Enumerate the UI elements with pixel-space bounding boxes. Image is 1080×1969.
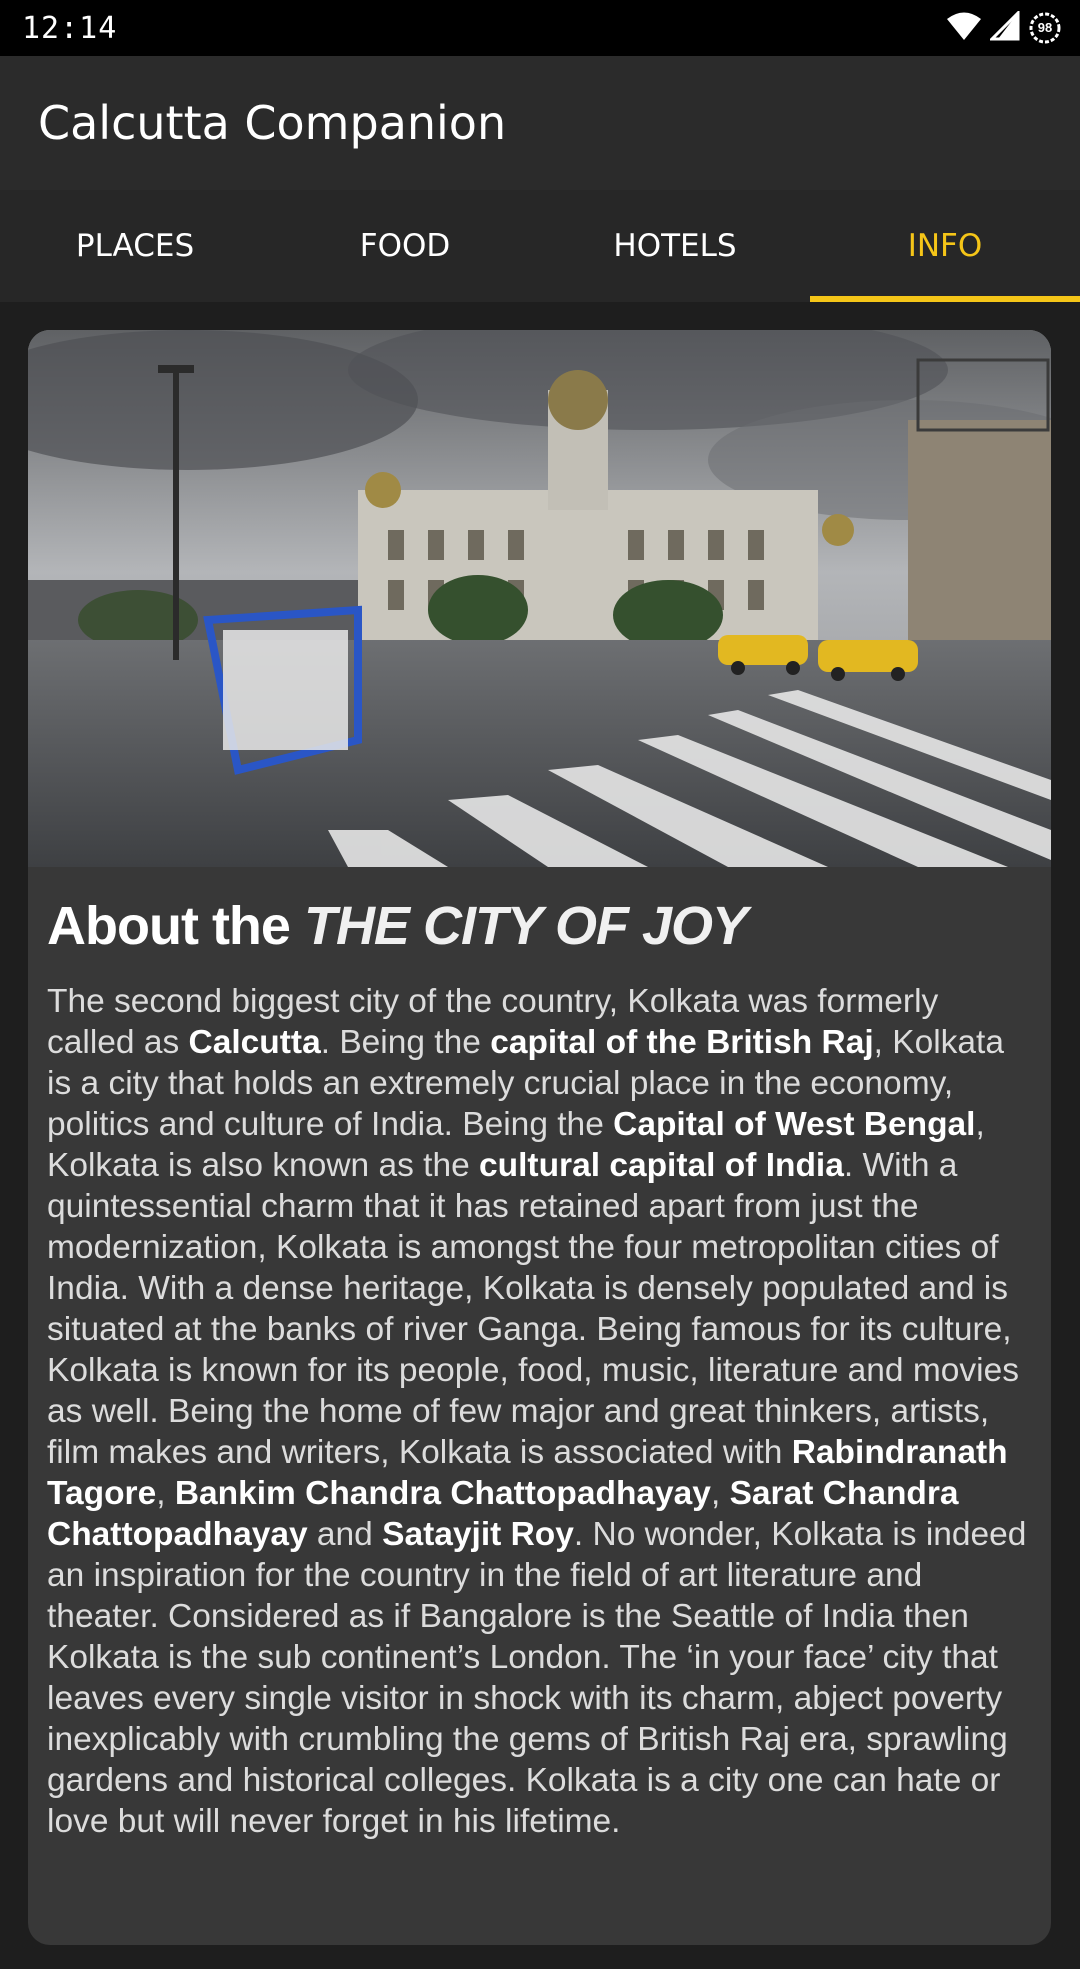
paragraph-bold-segment: cultural capital of India (479, 1147, 844, 1184)
article-paragraph: The second biggest city of the country, … (47, 981, 1031, 1842)
article-content: About the THE CITY OF JOY The second big… (28, 867, 1051, 1842)
battery-level: 98 (1037, 20, 1053, 35)
app-title: Calcutta Companion (38, 96, 507, 150)
heading-prefix: About the (47, 896, 304, 956)
wifi-icon (946, 11, 982, 46)
tab-info[interactable]: INFO (810, 190, 1080, 302)
status-time: 12:14 (22, 11, 118, 46)
signal-icon (988, 8, 1020, 46)
battery-icon: 98 (1028, 11, 1062, 45)
paragraph-segment: . No wonder, Kolkata is indeed an inspir… (47, 1516, 1027, 1840)
paragraph-segment: , (710, 1475, 730, 1512)
tab-hotels[interactable]: HOTELS (540, 190, 810, 302)
paragraph-segment: , (156, 1475, 175, 1512)
city-hero-image (28, 330, 1051, 867)
info-card: About the THE CITY OF JOY The second big… (28, 330, 1051, 1945)
paragraph-segment: and (307, 1516, 383, 1553)
paragraph-bold-segment: Calcutta (188, 1024, 321, 1061)
status-icons: 98 (946, 8, 1062, 46)
heading-emphasis: THE CITY OF JOY (303, 896, 748, 956)
tab-places[interactable]: PLACES (0, 190, 270, 302)
paragraph-bold-segment: Satayjit Roy (382, 1516, 574, 1553)
tab-food[interactable]: FOOD (270, 190, 540, 302)
status-bar: 12:14 98 (0, 0, 1080, 56)
app-bar: Calcutta Companion (0, 56, 1080, 190)
paragraph-bold-segment: capital of the British Raj (490, 1024, 874, 1061)
paragraph-segment: . Being the (320, 1024, 491, 1061)
paragraph-segment: . With a quintessential charm that it ha… (47, 1147, 1019, 1471)
paragraph-bold-segment: Bankim Chandra Chattopadhayay (174, 1475, 711, 1512)
article-heading: About the THE CITY OF JOY (47, 893, 1031, 959)
paragraph-bold-segment: Capital of West Bengal (613, 1106, 976, 1143)
tab-bar: PLACES FOOD HOTELS INFO (0, 190, 1080, 302)
